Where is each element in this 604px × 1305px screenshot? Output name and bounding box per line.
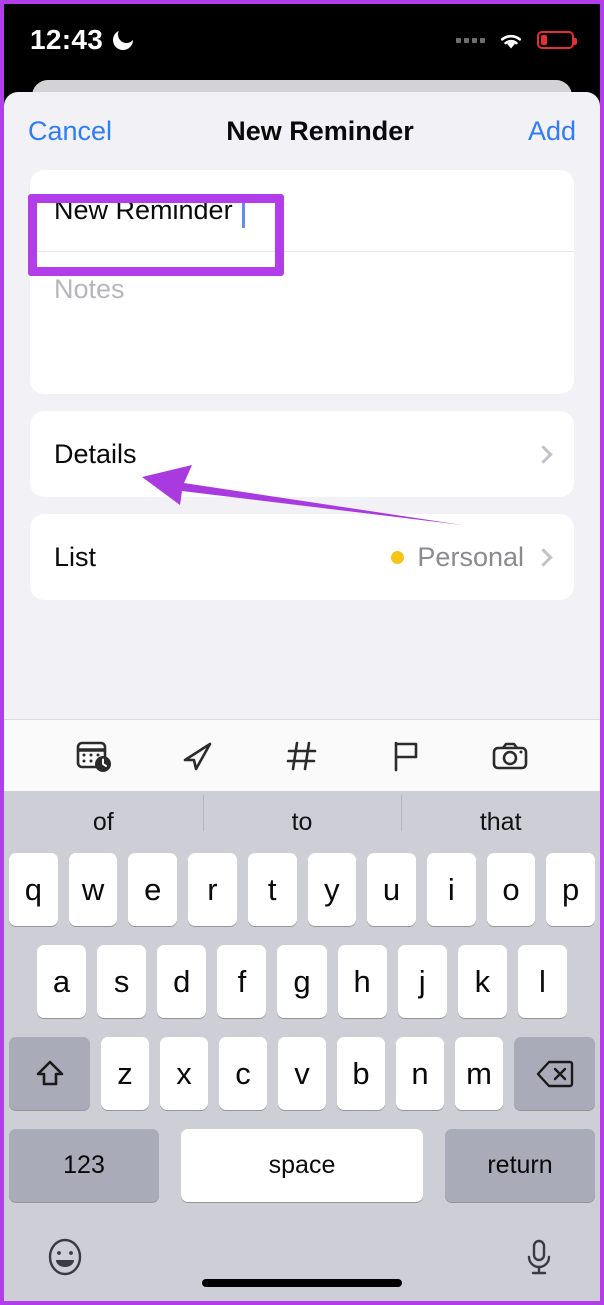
backspace-icon: [536, 1060, 573, 1087]
iphone-screenshot: 12:43 Cancel New Reminder Add New Remind…: [0, 0, 604, 1305]
keyboard-row-1: q w e r t y u i o p: [4, 853, 600, 926]
prediction-0[interactable]: of: [4, 808, 203, 837]
key-h[interactable]: h: [337, 945, 387, 1018]
key-v[interactable]: v: [278, 1037, 326, 1110]
key-t[interactable]: t: [247, 853, 297, 926]
keyboard-row-2: a s d f g h j k l: [4, 945, 600, 1018]
key-q[interactable]: q: [8, 853, 58, 926]
key-a[interactable]: a: [37, 945, 87, 1018]
prediction-1[interactable]: to: [202, 794, 402, 837]
list-label: List: [54, 541, 97, 572]
keyboard-row-3: z x c v b n m: [4, 1037, 600, 1110]
shift-arrow-icon: [36, 1060, 63, 1085]
key-l[interactable]: l: [517, 945, 567, 1018]
key-w[interactable]: w: [68, 853, 118, 926]
crescent-moon-icon: [113, 29, 136, 51]
chevron-right-icon: [534, 444, 553, 464]
list-row[interactable]: List Personal: [30, 514, 574, 600]
key-n[interactable]: n: [396, 1037, 444, 1110]
predictive-text-bar: of to that: [4, 791, 600, 853]
onscreen-keyboard: of to that q w e r t y u i o p a s d f g…: [4, 791, 600, 1301]
delete-key[interactable]: [514, 1037, 595, 1110]
key-f[interactable]: f: [217, 945, 267, 1018]
key-s[interactable]: s: [97, 945, 147, 1018]
camera-icon[interactable]: [488, 734, 532, 778]
emoji-smiley-icon[interactable]: [42, 1234, 88, 1280]
details-label: Details: [54, 438, 137, 469]
calendar-clock-icon[interactable]: [72, 734, 116, 778]
notes-placeholder: Notes: [54, 274, 125, 304]
return-key[interactable]: return: [445, 1129, 595, 1202]
reminder-title-field[interactable]: New Reminder: [30, 170, 574, 252]
signal-dots-icon: [456, 37, 485, 43]
home-indicator: [202, 1279, 402, 1287]
numbers-key[interactable]: 123: [9, 1129, 159, 1202]
key-o[interactable]: o: [486, 853, 536, 926]
key-i[interactable]: i: [426, 853, 476, 926]
sheet-navigation-bar: Cancel New Reminder Add: [4, 92, 600, 170]
key-g[interactable]: g: [277, 945, 327, 1018]
key-u[interactable]: u: [367, 853, 416, 926]
list-color-dot: [391, 550, 405, 564]
key-r[interactable]: r: [188, 853, 237, 926]
location-arrow-icon[interactable]: [176, 734, 220, 778]
new-reminder-sheet: Cancel New Reminder Add New Reminder Not…: [4, 92, 600, 1301]
key-k[interactable]: k: [457, 945, 507, 1018]
shift-key[interactable]: [9, 1037, 90, 1110]
details-row[interactable]: Details: [30, 411, 574, 497]
key-p[interactable]: p: [546, 853, 596, 926]
key-x[interactable]: x: [160, 1037, 208, 1110]
flag-icon[interactable]: [384, 734, 428, 778]
key-d[interactable]: d: [157, 945, 207, 1018]
reminder-title-value: New Reminder: [54, 195, 233, 225]
status-time: 12:43: [30, 24, 104, 55]
reminder-notes-field[interactable]: Notes: [30, 252, 574, 394]
form-content: New Reminder Notes Details List Personal: [4, 170, 600, 600]
input-accessory-toolbar: [4, 719, 600, 791]
status-bar-left: 12:43: [30, 24, 136, 56]
key-y[interactable]: y: [307, 853, 357, 926]
space-key[interactable]: space: [181, 1129, 423, 1202]
hashtag-icon[interactable]: [280, 734, 324, 778]
status-bar: 12:43: [4, 4, 600, 76]
list-row-right: Personal: [391, 541, 553, 573]
status-bar-right: [456, 29, 577, 51]
wifi-icon: [500, 34, 522, 49]
key-c[interactable]: c: [219, 1037, 267, 1110]
cancel-button[interactable]: Cancel: [28, 116, 112, 147]
page-title: New Reminder: [226, 115, 414, 146]
add-button[interactable]: Add: [528, 116, 576, 147]
prediction-2[interactable]: that: [401, 794, 600, 837]
text-cursor: [241, 193, 245, 228]
microphone-icon[interactable]: [516, 1234, 562, 1280]
list-card: List Personal: [30, 514, 574, 600]
chevron-right-icon: [534, 547, 553, 567]
key-z[interactable]: z: [101, 1037, 149, 1110]
key-b[interactable]: b: [337, 1037, 385, 1110]
battery-low-icon: [537, 31, 577, 49]
title-notes-card: New Reminder Notes: [30, 170, 574, 394]
key-e[interactable]: e: [128, 853, 178, 926]
key-j[interactable]: j: [397, 945, 447, 1018]
details-card: Details: [30, 411, 574, 497]
keyboard-row-4: 123 space return: [4, 1129, 600, 1202]
list-value: Personal: [417, 541, 524, 572]
key-m[interactable]: m: [455, 1037, 503, 1110]
